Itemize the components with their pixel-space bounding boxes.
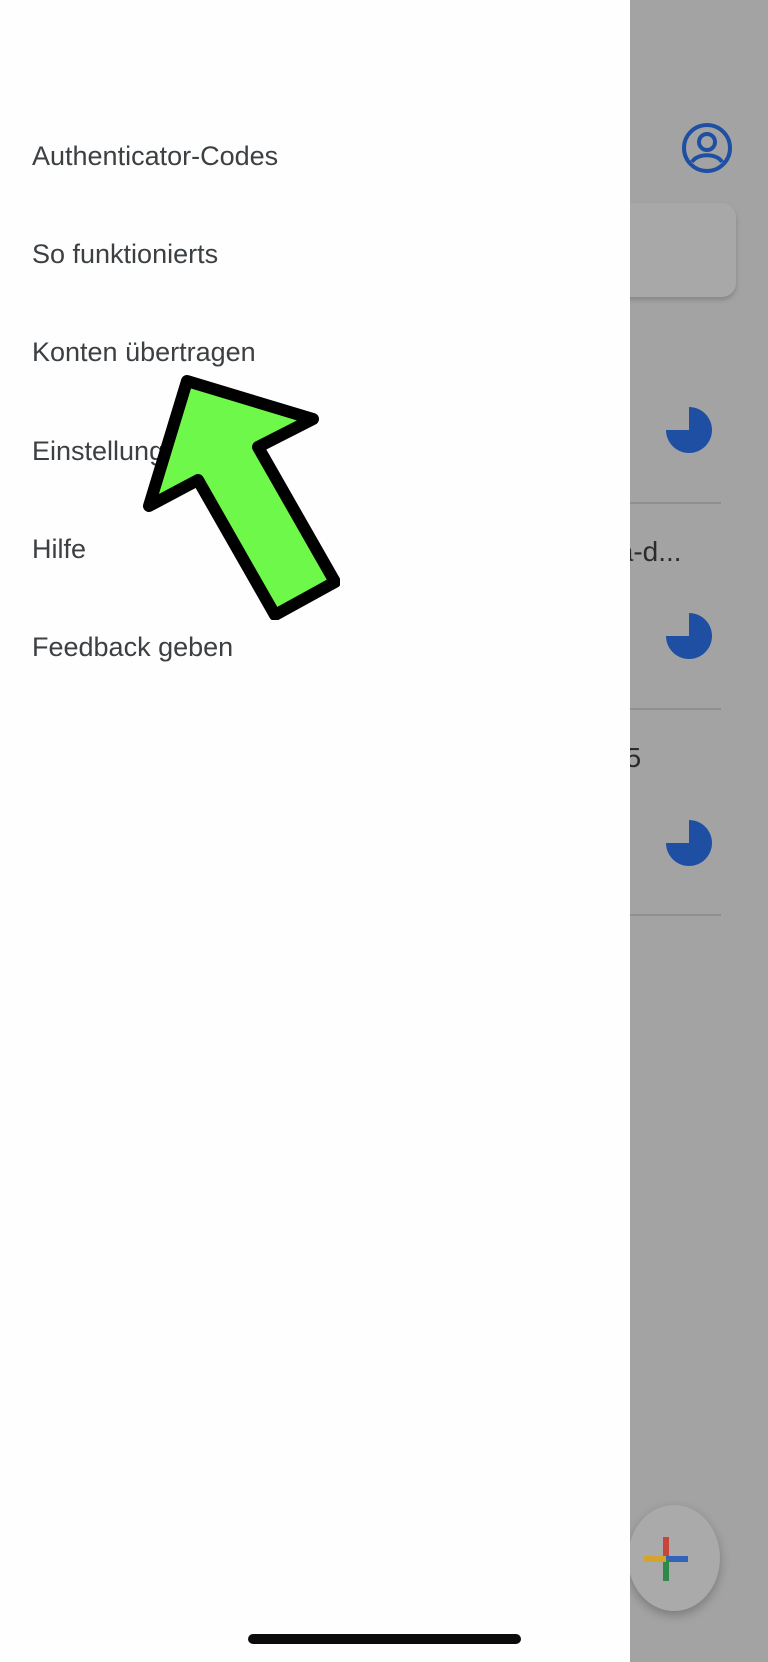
menu-item-how-it-works[interactable]: So funktionierts: [32, 239, 218, 270]
home-indicator[interactable]: [248, 1634, 521, 1644]
annotation-arrow-icon: [143, 375, 340, 620]
plus-icon: [644, 1537, 688, 1581]
menu-item-help[interactable]: Hilfe: [32, 534, 86, 565]
countdown-timer-icon: [666, 820, 712, 866]
navigation-drawer: Authenticator-Codes So funktionierts Kon…: [0, 0, 630, 1662]
menu-item-authenticator-codes[interactable]: Authenticator-Codes: [32, 141, 278, 172]
menu-item-transfer-accounts[interactable]: Konten übertragen: [32, 337, 256, 368]
countdown-timer-icon: [666, 613, 712, 659]
menu-item-feedback[interactable]: Feedback geben: [32, 632, 233, 663]
countdown-timer-icon: [666, 407, 712, 453]
account-circle-icon[interactable]: [681, 122, 733, 174]
